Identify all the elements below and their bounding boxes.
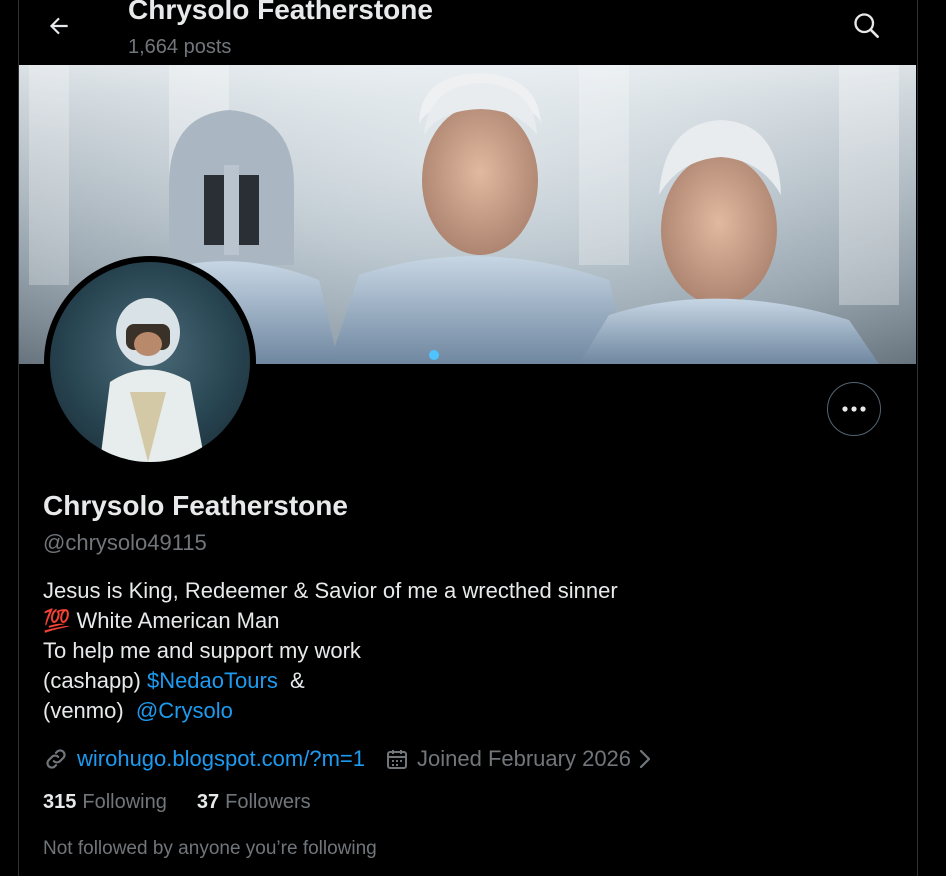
bio-line: (venmo) @Crysolo — [43, 696, 618, 726]
arrow-left-icon — [49, 17, 68, 35]
profile-header-bar: Chrysolo Featherstone 1,664 posts — [19, 0, 917, 65]
bio-text: (venmo) — [43, 698, 136, 723]
avatar-image — [50, 262, 250, 462]
mention-link[interactable]: @Crysolo — [136, 698, 233, 723]
bio-line: Jesus is King, Redeemer & Savior of me a… — [43, 578, 618, 603]
profile-meta-row: wirohugo.blogspot.com/?m=1 Joined Februa… — [43, 744, 653, 774]
joined-date: Joined February 2026 — [385, 746, 631, 772]
hundred-points-emoji: 💯 — [43, 608, 71, 633]
profile-handle: @chrysolo49115 — [43, 530, 207, 555]
profile-avatar[interactable] — [44, 256, 256, 468]
more-options-button[interactable] — [827, 382, 881, 436]
link-icon — [46, 749, 66, 769]
calendar-icon — [387, 750, 407, 769]
search-button[interactable] — [845, 4, 887, 46]
followers-link[interactable]: 37 Followers — [197, 791, 311, 814]
bio-text: (cashapp) — [43, 668, 147, 693]
bio-text: White American Man — [70, 608, 280, 633]
following-label: Following — [82, 791, 167, 813]
bio-line: 💯 White American Man — [43, 606, 618, 636]
follow-stats: 315 Following 37 Followers — [43, 791, 311, 814]
profile-display-name: Chrysolo Featherstone — [43, 490, 348, 521]
followers-label: Followers — [225, 791, 311, 813]
more-horizontal-icon — [842, 406, 866, 412]
profile-website-link[interactable]: wirohugo.blogspot.com/?m=1 — [77, 746, 365, 772]
back-button[interactable] — [39, 6, 79, 46]
avatar-artwork — [100, 298, 205, 462]
chevron-right-icon — [639, 749, 651, 769]
search-icon — [854, 13, 879, 38]
joined-date-text: Joined February 2026 — [417, 746, 632, 771]
following-count: 315 — [43, 791, 77, 813]
bio-line: (cashapp) $NedaoTours & — [43, 666, 618, 696]
bio-text: & — [277, 668, 305, 693]
followers-count: 37 — [196, 791, 220, 813]
header-post-count: 1,664 posts — [128, 36, 232, 58]
cashtag-link[interactable]: $NedaoTours — [147, 668, 278, 693]
header-title: Chrysolo Featherstone — [128, 0, 433, 25]
bio-line: To help me and support my work — [43, 638, 361, 663]
profile-column: Chrysolo Featherstone 1,664 posts Chryso… — [18, 0, 918, 876]
not-followed-notice: Not followed by anyone you’re following — [43, 838, 377, 859]
profile-bio: Jesus is King, Redeemer & Savior of me a… — [43, 576, 618, 726]
following-link[interactable]: 315 Following — [43, 791, 167, 814]
joined-details-chevron[interactable] — [637, 748, 653, 770]
